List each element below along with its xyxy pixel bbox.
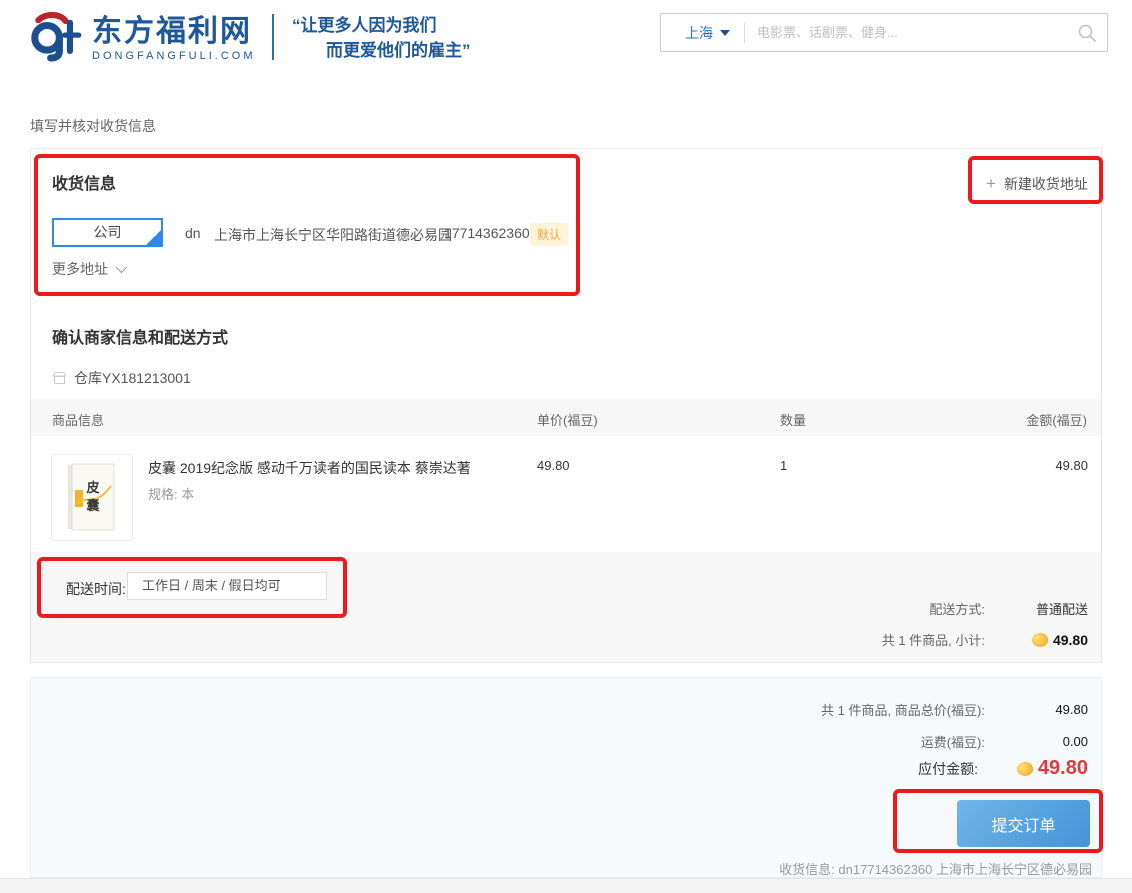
search-icon[interactable] bbox=[1067, 23, 1107, 43]
more-addresses-label: 更多地址 bbox=[52, 259, 108, 279]
more-addresses-toggle[interactable]: 更多地址 bbox=[52, 259, 124, 279]
chevron-down-icon bbox=[720, 30, 730, 36]
subtotal-value: 49.80 bbox=[1053, 632, 1088, 648]
header-divider bbox=[272, 14, 274, 60]
spec-label: 规格: bbox=[148, 487, 178, 502]
delivery-time-select[interactable]: 工作日 / 周末 / 假日均可 bbox=[127, 572, 327, 600]
product-spec: 规格: 本 bbox=[148, 484, 194, 503]
payable-value: 49.80 bbox=[1038, 757, 1088, 780]
brand-domain: DONGFANGFULI.COM bbox=[92, 50, 256, 62]
product-amount: 49.80 bbox=[1055, 458, 1088, 473]
shipping-value: 普通配送 bbox=[985, 599, 1088, 618]
bean-icon bbox=[1030, 631, 1049, 649]
receiver-name: dn bbox=[185, 225, 201, 241]
shop-icon bbox=[52, 371, 67, 385]
shipping-method-row: 配送方式: 普通配送 bbox=[929, 599, 1088, 618]
city-label: 上海 bbox=[685, 23, 713, 43]
city-selector[interactable]: 上海 bbox=[661, 23, 744, 43]
address-section-title: 收货信息 bbox=[52, 170, 116, 194]
svg-text:囊: 囊 bbox=[85, 498, 100, 513]
receiver-phone: 17714362360 bbox=[444, 225, 530, 241]
warehouse-label: 仓库YX181213001 bbox=[74, 368, 191, 388]
product-image[interactable]: 皮 囊 bbox=[51, 454, 133, 541]
subtotal-row: 共 1 件商品, 小计: 49.80 bbox=[882, 630, 1088, 649]
footer-band bbox=[0, 878, 1132, 893]
svg-text:皮: 皮 bbox=[85, 480, 99, 495]
book-cover: 皮 囊 bbox=[65, 462, 119, 534]
plus-icon: + bbox=[986, 174, 996, 194]
search-input[interactable] bbox=[745, 25, 1067, 40]
total-value: 49.80 bbox=[985, 702, 1088, 717]
merchant-section-title: 确认商家信息和配送方式 bbox=[52, 324, 228, 348]
col-price: 单价(福豆) bbox=[537, 410, 598, 429]
subtotal-label: 共 1 件商品, 小计: bbox=[882, 630, 985, 649]
slogan-line-2: 而更爱他们的雇主” bbox=[292, 38, 471, 63]
freight-row: 运费(福豆): 0.00 bbox=[921, 732, 1088, 751]
brand-slogan: “让更多人因为我们 而更爱他们的雇主” bbox=[292, 13, 471, 63]
shipping-label: 配送方式: bbox=[929, 599, 985, 618]
slogan-line-1: “让更多人因为我们 bbox=[292, 13, 471, 38]
col-amount: 金额(福豆) bbox=[1026, 410, 1087, 429]
new-address-label: 新建收货地址 bbox=[1004, 174, 1088, 194]
warehouse-row: 仓库YX181213001 bbox=[52, 368, 191, 388]
submit-order-button[interactable]: 提交订单 bbox=[957, 800, 1090, 847]
page-title: 填写并核对收货信息 bbox=[30, 116, 156, 136]
new-address-button[interactable]: + 新建收货地址 bbox=[986, 174, 1088, 194]
total-label: 共 1 件商品, 商品总价(福豆): bbox=[821, 700, 985, 719]
address-tag-company[interactable]: 公司 ✓ bbox=[52, 218, 163, 247]
freight-value: 0.00 bbox=[985, 734, 1088, 749]
payable-row: 应付金额: 49.80 bbox=[918, 757, 1088, 780]
product-title: 皮囊 2019纪念版 感动千万读者的国民读本 蔡崇达著 bbox=[148, 458, 528, 478]
address-tag-label: 公司 bbox=[94, 224, 122, 240]
logo-icon bbox=[26, 10, 84, 67]
table-header: 商品信息 单价(福豆) 数量 金额(福豆) bbox=[31, 399, 1101, 436]
product-price: 49.80 bbox=[537, 458, 570, 473]
receiver-address: 上海市上海长宁区华阳路街道德必易园 bbox=[214, 225, 452, 245]
payable-label: 应付金额: bbox=[918, 759, 978, 779]
receiver-info-line: 收货信息: dn17714362360 上海市上海长宁区德必易园 bbox=[779, 859, 1092, 878]
check-icon: ✓ bbox=[153, 222, 161, 247]
brand-name: 东方福利网 bbox=[92, 16, 256, 48]
brand-logo[interactable]: 东方福利网 DONGFANGFULI.COM bbox=[26, 10, 256, 67]
col-qty: 数量 bbox=[780, 410, 806, 429]
delivery-time-label: 配送时间: bbox=[66, 579, 126, 599]
total-row: 共 1 件商品, 商品总价(福豆): 49.80 bbox=[821, 700, 1088, 719]
product-qty: 1 bbox=[780, 458, 787, 473]
freight-label: 运费(福豆): bbox=[921, 732, 985, 751]
search-bar: 上海 bbox=[660, 13, 1108, 52]
bean-icon bbox=[1015, 760, 1034, 778]
spec-value: 本 bbox=[181, 487, 194, 502]
default-badge: 默认 bbox=[530, 223, 568, 246]
col-goods: 商品信息 bbox=[52, 410, 104, 429]
